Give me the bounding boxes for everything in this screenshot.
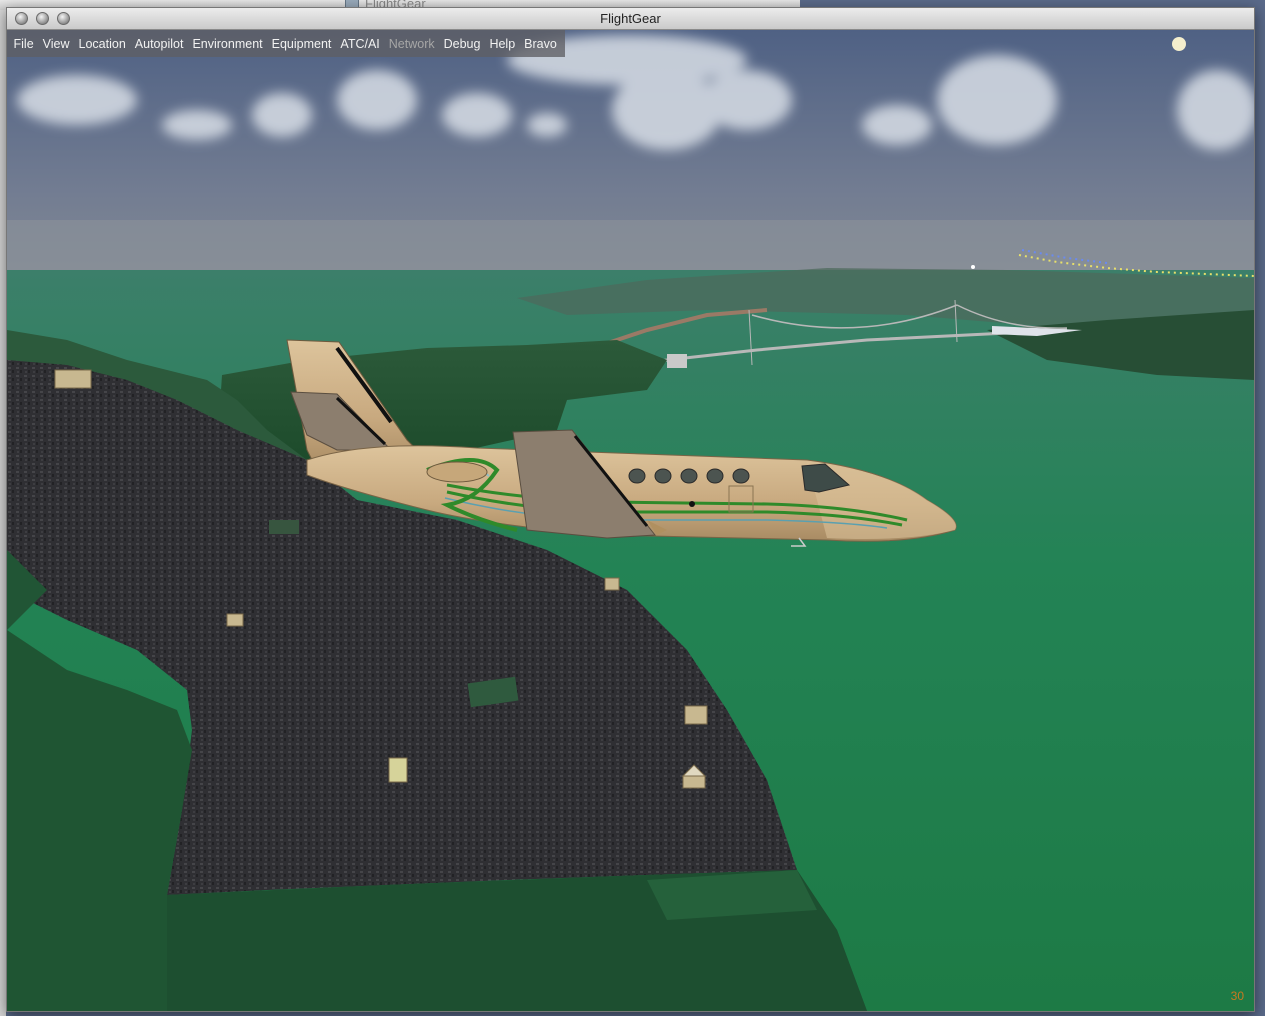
frame-rate-counter: 30: [1230, 989, 1244, 1003]
menu-autopilot[interactable]: Autopilot: [130, 37, 188, 51]
menu-atc-ai[interactable]: ATC/AI: [336, 37, 384, 51]
menu-environment[interactable]: Environment: [188, 37, 267, 51]
flightgear-window: FlightGear File View Location Autopilot …: [6, 7, 1255, 1012]
window-titlebar[interactable]: FlightGear: [7, 8, 1254, 30]
menu-view[interactable]: View: [38, 37, 74, 51]
menu-file[interactable]: File: [9, 37, 38, 51]
3d-viewport[interactable]: [7, 30, 1254, 1011]
window-title: FlightGear: [600, 11, 661, 26]
menu-bar: File View Location Autopilot Environment…: [7, 30, 566, 57]
menu-network: Network: [388, 36, 435, 51]
moon: [1172, 37, 1186, 51]
menu-equipment[interactable]: Equipment: [267, 37, 336, 51]
menu-location[interactable]: Location: [74, 37, 130, 51]
menu-help[interactable]: Help: [485, 37, 520, 51]
menu-bravo[interactable]: Bravo: [520, 37, 562, 51]
scene: [7, 30, 1254, 1011]
menu-debug[interactable]: Debug: [439, 37, 485, 51]
